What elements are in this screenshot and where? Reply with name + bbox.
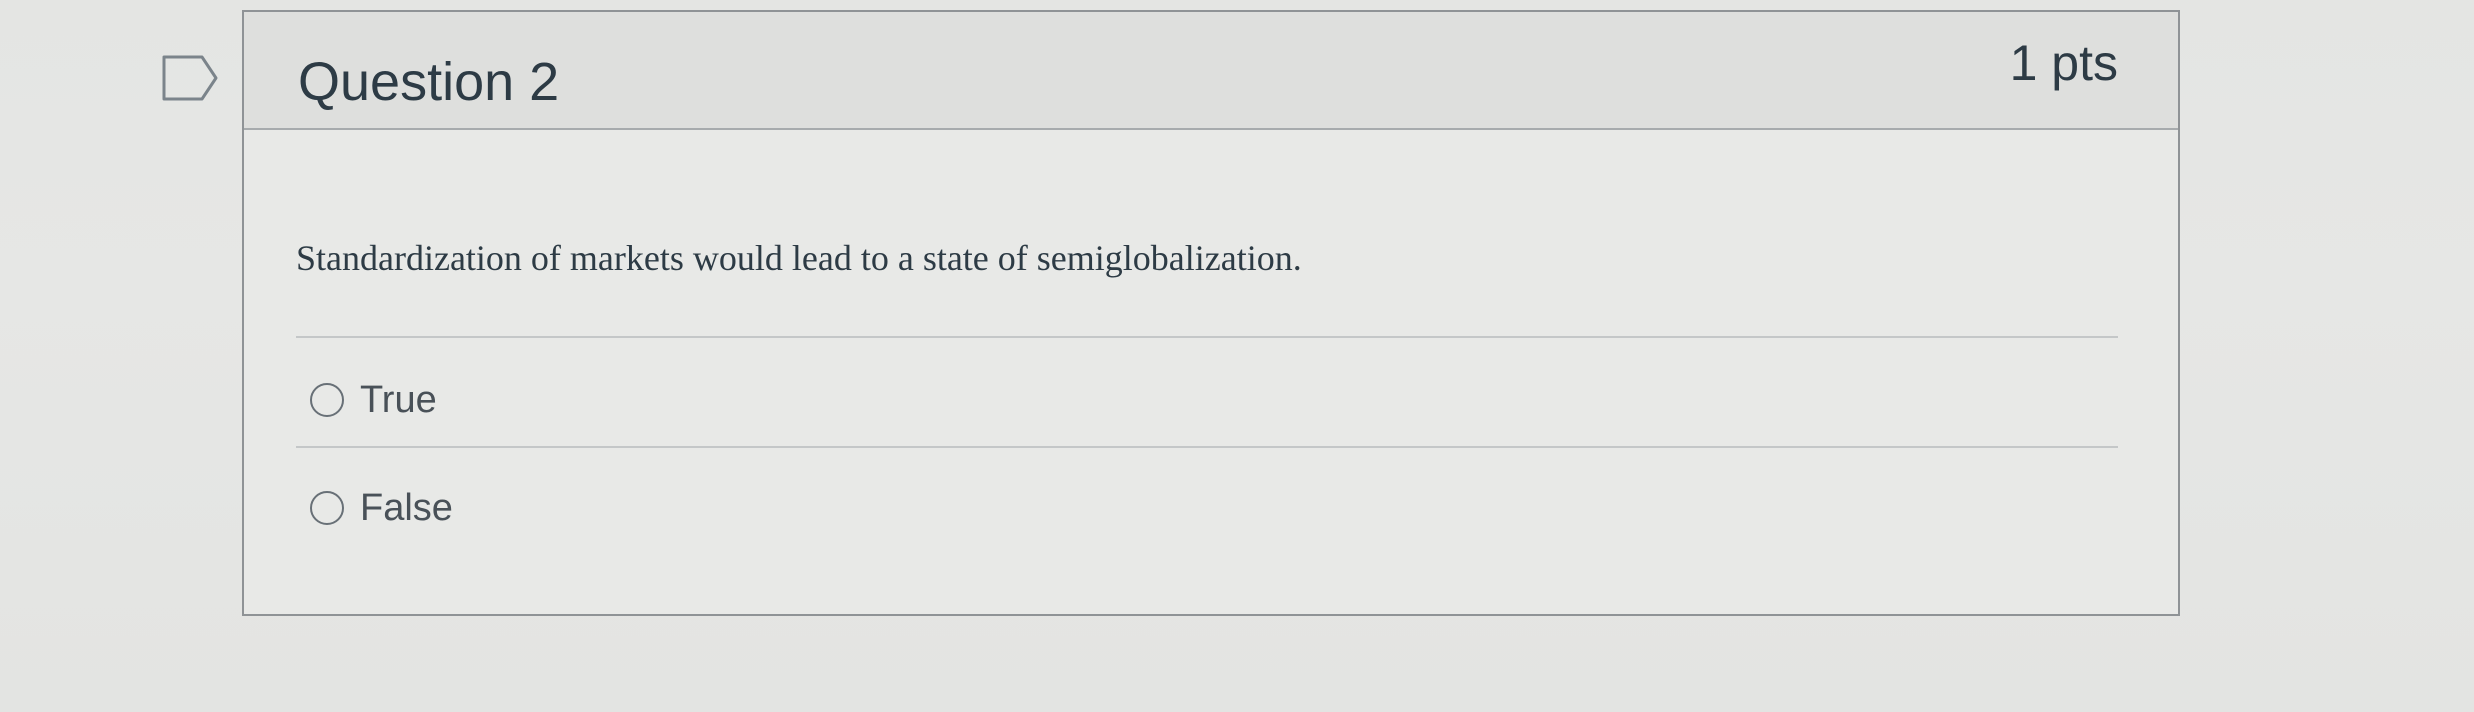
question-body: Standardization of markets would lead to… — [244, 130, 2178, 614]
question-title: Question 2 — [298, 52, 560, 112]
answer-option-false[interactable]: False — [310, 481, 453, 535]
radio-button-false[interactable] — [310, 491, 344, 525]
answer-divider — [296, 336, 2118, 338]
radio-button-true[interactable] — [310, 383, 344, 417]
answer-divider — [296, 446, 2118, 448]
answer-option-true[interactable]: True — [310, 373, 437, 427]
question-card: Question 2 1 pts Standardization of mark… — [242, 10, 2180, 616]
flag-question-icon[interactable] — [162, 55, 218, 101]
answer-label-false: False — [360, 487, 453, 529]
question-text: Standardization of markets would lead to… — [296, 238, 1302, 278]
question-points: 1 pts — [2009, 35, 2118, 91]
question-header: Question 2 1 pts — [244, 12, 2178, 130]
answer-label-true: True — [360, 379, 437, 421]
